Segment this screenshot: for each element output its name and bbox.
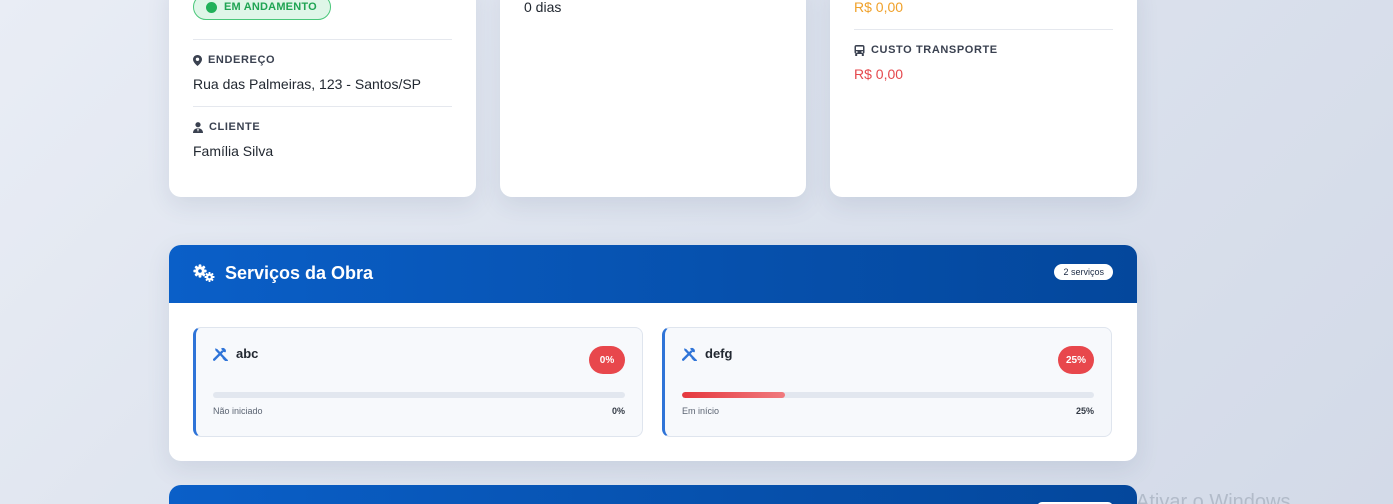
map-pin-icon <box>193 54 202 66</box>
service-name: defg <box>705 346 733 361</box>
transport-cost-value: R$ 0,00 <box>854 66 904 82</box>
service-status: Não iniciado <box>213 406 263 416</box>
divider <box>193 106 452 107</box>
divider <box>854 29 1113 30</box>
transport-cost-label: CUSTO TRANSPORTE <box>854 44 998 56</box>
service-progress-fill <box>682 392 785 398</box>
client-label: CLIENTE <box>193 121 260 133</box>
duration-card: 0 dias <box>500 0 806 197</box>
services-section: Serviços da Obra 2 serviços abc 0% Não i… <box>169 245 1137 461</box>
service-percent: 25% <box>1075 406 1094 416</box>
tools-icon <box>213 347 228 361</box>
service-percent-badge: 25% <box>1058 346 1094 374</box>
address-label-text: ENDEREÇO <box>208 54 276 66</box>
client-value: Família Silva <box>193 143 274 159</box>
duration-value: 0 dias <box>524 0 562 15</box>
next-section-header <box>169 485 1137 504</box>
status-badge: EM ANDAMENTO <box>193 0 331 20</box>
address-label: ENDEREÇO <box>193 54 275 66</box>
cost-value: R$ 0,00 <box>854 0 904 15</box>
services-count-badge: 2 serviços <box>1054 264 1113 280</box>
status-dot-icon <box>206 1 217 13</box>
address-value: Rua das Palmeiras, 123 - Santos/SP <box>193 76 422 92</box>
status-text: EM ANDAMENTO <box>224 1 317 13</box>
service-percent: 0% <box>611 406 625 416</box>
bus-icon <box>854 44 865 56</box>
service-status: Em início <box>682 406 720 416</box>
user-tie-icon <box>193 121 203 133</box>
obra-info-card: EM ANDAMENTO ENDEREÇO Rua das Palmeiras,… <box>169 0 476 197</box>
costs-card: R$ 0,00 CUSTO TRANSPORTE R$ 0,00 <box>830 0 1137 197</box>
service-progress-bar <box>682 392 1094 398</box>
service-card[interactable]: abc 0% Não iniciado 0% <box>193 327 643 437</box>
windows-activation-watermark: Ativar o Windows <box>1136 491 1291 504</box>
services-header: Serviços da Obra 2 serviços <box>169 245 1137 303</box>
tools-icon <box>682 347 697 361</box>
service-percent-badge: 0% <box>589 346 625 374</box>
cogs-icon <box>193 264 215 282</box>
services-title: Serviços da Obra <box>225 263 374 283</box>
service-name: abc <box>236 346 259 361</box>
service-progress-bar <box>213 392 625 398</box>
divider <box>193 39 452 40</box>
transport-cost-label-text: CUSTO TRANSPORTE <box>871 44 998 56</box>
service-card[interactable]: defg 25% Em início 25% <box>662 327 1112 437</box>
client-label-text: CLIENTE <box>209 121 261 133</box>
